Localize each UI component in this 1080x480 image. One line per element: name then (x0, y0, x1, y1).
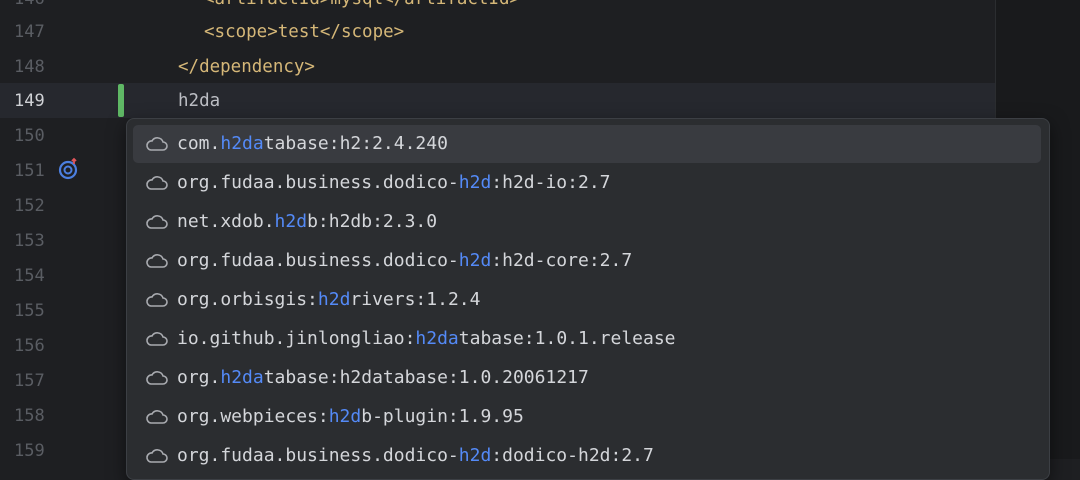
cloud-icon (146, 449, 168, 463)
label-prefix: com. (177, 133, 221, 154)
completion-label: org.webpieces:h2db-plugin:1.9.95 (177, 398, 524, 436)
code-line-149[interactable]: h2da (178, 84, 220, 118)
label-suffix: :h2d-core:2.7 (491, 250, 633, 271)
line-number: 158 (14, 406, 45, 426)
line-number: 150 (14, 126, 45, 146)
label-prefix: org.fudaa.business.dodico- (177, 172, 459, 193)
line-number: 157 (14, 371, 45, 391)
label-prefix: org.fudaa.business.dodico- (177, 445, 459, 466)
completion-item[interactable]: org.h2database:h2database:1.0.20061217 (133, 359, 1041, 397)
line-number: 156 (14, 336, 45, 356)
completion-item[interactable]: com.h2database:h2:2.4.240 (133, 125, 1041, 163)
typed-text: h2da (178, 91, 221, 111)
line-number: 147 (14, 22, 45, 42)
label-prefix: io.github.jinlongliao: (177, 328, 416, 349)
code-line-146: <artifactId>mysql</artifactId> (204, 0, 520, 16)
label-suffix: b-plugin:1.9.95 (361, 406, 524, 427)
line-number: 152 (14, 196, 45, 216)
label-suffix: b:h2db:2.3.0 (307, 211, 438, 232)
current-line-highlight (0, 83, 995, 118)
label-prefix: org.fudaa.business.dodico- (177, 250, 459, 271)
match-highlight: h2da (220, 133, 264, 154)
match-highlight: h2d (458, 250, 492, 271)
label-prefix: org. (177, 367, 221, 388)
label-suffix: :dodico-h2d:2.7 (491, 445, 654, 466)
completion-item[interactable]: org.fudaa.business.dodico-h2d:h2d-core:2… (133, 242, 1041, 280)
line-number: 153 (14, 231, 45, 251)
completion-item[interactable]: org.fudaa.business.dodico-h2d:dodico-h2d… (133, 437, 1041, 475)
label-suffix: :h2d-io:2.7 (491, 172, 611, 193)
label-suffix: tabase:1.0.1.release (458, 328, 676, 349)
cloud-icon (146, 371, 168, 385)
label-suffix: tabase:h2:2.4.240 (263, 133, 448, 154)
completion-label: org.fudaa.business.dodico-h2d:h2d-io:2.7 (177, 164, 611, 202)
code-line-148: </dependency> (178, 50, 315, 84)
match-highlight: h2d (458, 445, 492, 466)
completion-label: org.orbisgis:h2drivers:1.2.4 (177, 281, 480, 319)
code-text: <artifactId>mysql</artifactId> (204, 0, 520, 9)
line-number: 159 (14, 441, 45, 461)
match-highlight: h2da (220, 367, 264, 388)
line-number-current: 149 (14, 91, 45, 111)
label-prefix: net.xdob. (177, 211, 275, 232)
line-number: 148 (14, 57, 45, 77)
cloud-icon (146, 176, 168, 190)
match-highlight: h2d (458, 172, 492, 193)
code-line-147: <scope>test</scope> (204, 15, 404, 49)
cloud-icon (146, 215, 168, 229)
completion-label: org.fudaa.business.dodico-h2d:dodico-h2d… (177, 437, 654, 475)
line-number: 154 (14, 266, 45, 286)
completion-label: com.h2database:h2:2.4.240 (177, 125, 448, 163)
cloud-icon (146, 410, 168, 424)
code-text: </dependency> (178, 57, 315, 77)
label-prefix: org.orbisgis: (177, 289, 318, 310)
match-highlight: h2d (274, 211, 308, 232)
code-text: <scope>test</scope> (204, 22, 405, 42)
match-highlight: h2d (328, 406, 362, 427)
label-prefix: org.webpieces: (177, 406, 329, 427)
completion-label: org.h2database:h2database:1.0.20061217 (177, 359, 589, 397)
completion-label: org.fudaa.business.dodico-h2d:h2d-core:2… (177, 242, 632, 280)
completion-item[interactable]: org.fudaa.business.dodico-h2d:h2d-io:2.7 (133, 164, 1041, 202)
line-number: 146 (14, 0, 74, 16)
cloud-icon (146, 254, 168, 268)
match-highlight: h2d (317, 289, 351, 310)
completion-item[interactable]: net.xdob.h2db:h2db:2.3.0 (133, 203, 1041, 241)
cloud-icon (146, 332, 168, 346)
label-suffix: tabase:h2database:1.0.20061217 (263, 367, 589, 388)
completion-item[interactable]: org.webpieces:h2db-plugin:1.9.95 (133, 398, 1041, 436)
cloud-icon (146, 137, 168, 151)
completion-label: io.github.jinlongliao:h2database:1.0.1.r… (177, 320, 676, 358)
completion-item[interactable]: io.github.jinlongliao:h2database:1.0.1.r… (133, 320, 1041, 358)
line-number-gutter[interactable]: 146 147 148 149 150 151 152 153 154 155 … (0, 0, 128, 461)
cloud-icon (146, 293, 168, 307)
vcs-change-marker (118, 84, 124, 117)
target-run-icon[interactable] (58, 157, 84, 181)
label-suffix: rivers:1.2.4 (350, 289, 481, 310)
completion-item[interactable]: org.orbisgis:h2drivers:1.2.4 (133, 281, 1041, 319)
completion-popup[interactable]: com.h2database:h2:2.4.240 org.fudaa.busi… (126, 118, 1050, 480)
completion-label: net.xdob.h2db:h2db:2.3.0 (177, 203, 437, 241)
match-highlight: h2da (415, 328, 459, 349)
line-number: 155 (14, 301, 45, 321)
